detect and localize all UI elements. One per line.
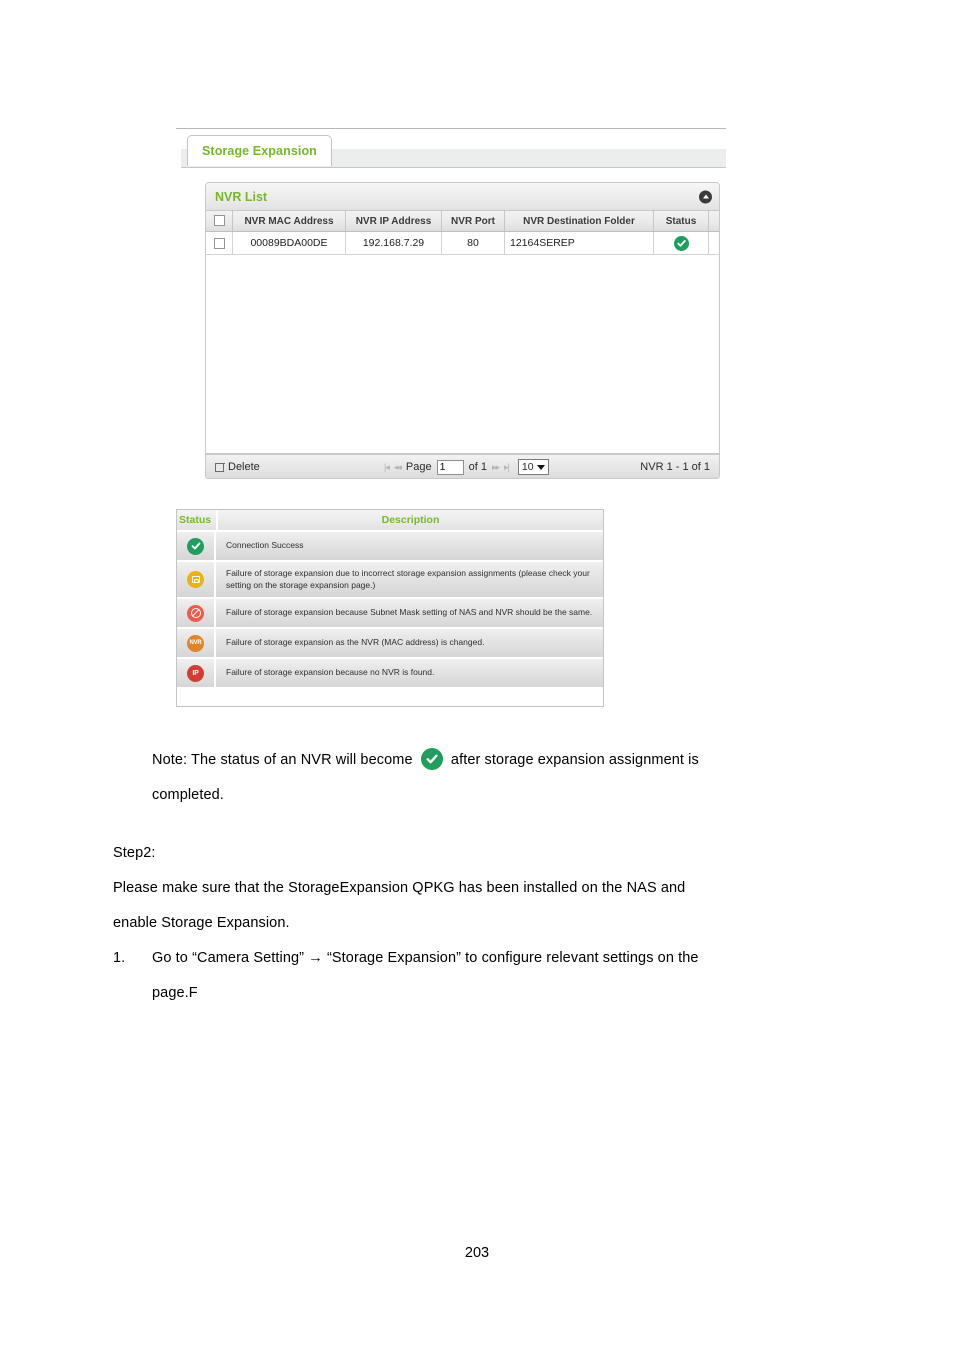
cell-ip: 192.168.7.29 — [345, 231, 442, 255]
tab-strip: Storage Expansion — [181, 135, 726, 168]
legend-icon-cell — [177, 599, 216, 627]
note-paragraph: Note: The status of an NVR will become a… — [152, 743, 852, 813]
row-checkbox[interactable] — [213, 237, 225, 249]
page-label: Page — [405, 461, 432, 473]
nvr-table-empty-area — [206, 255, 719, 454]
cell-mac: 00089BDA00DE — [232, 231, 346, 255]
nvr-list-footer: Delete |◂ ◂◂ Page of 1 ▸▸ ▸| 10 NVR 1 - … — [206, 454, 719, 478]
legend-row-subnet-failure: Failure of storage expansion because Sub… — [177, 599, 603, 629]
legend-description: Connection Success — [216, 532, 603, 560]
prev-page-icon[interactable]: ◂◂ — [394, 462, 402, 473]
next-page-icon[interactable]: ▸▸ — [492, 462, 500, 473]
row-select-cell[interactable] — [206, 231, 233, 255]
chevron-up-icon[interactable] — [699, 190, 712, 203]
chevron-down-icon — [536, 464, 545, 470]
legend-description: Failure of storage expansion due to inco… — [216, 562, 603, 597]
status-legend-screenshot: Status Description Connection Success Fa… — [176, 509, 604, 707]
note-line-1: Note: The status of an NVR will become a… — [152, 743, 852, 778]
pagination-controls: |◂ ◂◂ Page of 1 ▸▸ ▸| 10 — [384, 459, 549, 475]
column-header-ip[interactable]: NVR IP Address — [345, 211, 442, 232]
status-success-icon — [187, 537, 204, 555]
select-all-checkbox[interactable] — [213, 215, 225, 227]
legend-header-status: Status — [177, 510, 218, 530]
page-number: 203 — [464, 1245, 490, 1261]
trash-icon — [214, 462, 225, 472]
page-size-select[interactable]: 10 — [517, 459, 549, 475]
column-header-mac[interactable]: NVR MAC Address — [232, 211, 346, 232]
step2-line-2: enable Storage Expansion. — [113, 915, 290, 931]
legend-description: Failure of storage expansion as the NVR … — [216, 629, 603, 657]
cell-status — [653, 231, 709, 255]
list-item-text: Go to “Camera Setting” → “Storage Expans… — [152, 941, 873, 1011]
note-line-2: completed. — [152, 787, 224, 803]
legend-description: Failure of storage expansion because no … — [216, 659, 603, 687]
status-success-icon — [420, 748, 443, 770]
column-header-select-all[interactable] — [206, 211, 233, 232]
tab-storage-expansion[interactable]: Storage Expansion — [187, 135, 332, 166]
list-item-marker: 1. — [113, 950, 126, 966]
note-text-after-icon: after storage expansion assignment is — [450, 752, 699, 768]
step2-section: Step2: Please make sure that the Storage… — [113, 836, 873, 1011]
legend-row-nvr-changed: NVR Failure of storage expansion as the … — [177, 629, 603, 659]
last-page-icon[interactable]: ▸| — [504, 462, 510, 473]
legend-icon-cell — [177, 532, 216, 560]
legend-row-assignment-failure: Failure of storage expansion due to inco… — [177, 562, 603, 599]
page-input[interactable] — [436, 459, 464, 475]
nvr-list-header: NVR List — [206, 183, 719, 211]
legend-header-row: Status Description — [177, 510, 603, 532]
legend-icon-cell: IP — [177, 659, 216, 687]
legend-row-success: Connection Success — [177, 532, 603, 562]
column-header-destination-folder[interactable]: NVR Destination Folder — [504, 211, 654, 232]
prohibition-glyph — [190, 608, 201, 618]
status-success-icon — [673, 235, 689, 251]
delete-button[interactable]: Delete — [214, 461, 260, 473]
chevron-up-glyph — [702, 194, 709, 198]
storage-expansion-screenshot: Storage Expansion NVR List NVR MAC Addre… — [176, 128, 726, 490]
list-item-line-1: Go to “Camera Setting” → “Storage Expans… — [152, 950, 699, 966]
legend-row-no-nvr-found: IP Failure of storage expansion because … — [177, 659, 603, 687]
panel-title: NVR List — [215, 189, 268, 204]
note-text-before-icon: Note: The status of an NVR will become — [152, 752, 413, 768]
table-row[interactable]: 00089BDA00DE 192.168.7.29 80 12164SEREP — [206, 231, 719, 255]
tab-label: Storage Expansion — [202, 144, 317, 158]
status-folder-warning-icon — [187, 571, 204, 588]
list-item-line-2: page.F — [152, 985, 198, 1001]
nvr-table: NVR MAC Address NVR IP Address NVR Port … — [206, 211, 719, 255]
column-header-port[interactable]: NVR Port — [441, 211, 505, 232]
cell-port: 80 — [441, 231, 505, 255]
page-size-value: 10 — [521, 461, 534, 473]
status-nvr-changed-icon: NVR — [187, 634, 204, 652]
step2-list-item-1: 1. Go to “Camera Setting” → “Storage Exp… — [113, 941, 873, 1011]
first-page-icon[interactable]: |◂ — [384, 462, 390, 473]
table-header-row: NVR MAC Address NVR IP Address NVR Port … — [206, 211, 719, 232]
status-ip-not-found-icon: IP — [187, 664, 204, 682]
nvr-list-panel: NVR List NVR MAC Address NVR IP Address … — [205, 182, 720, 479]
status-subnet-error-icon — [187, 604, 204, 622]
record-range-label: NVR 1 - 1 of 1 — [640, 461, 710, 473]
legend-header-description: Description — [218, 510, 603, 530]
legend-description: Failure of storage expansion because Sub… — [216, 599, 603, 627]
column-header-spacer — [708, 211, 719, 232]
delete-button-label: Delete — [228, 461, 260, 473]
legend-icon-cell: NVR — [177, 629, 216, 657]
cell-spacer — [708, 231, 719, 255]
legend-icon-cell — [177, 562, 216, 597]
folder-warning-glyph — [191, 576, 200, 583]
step2-line-1: Please make sure that the StorageExpansi… — [113, 880, 686, 896]
column-header-status[interactable]: Status — [653, 211, 709, 232]
page-total-label: of 1 — [468, 461, 487, 473]
cell-destination-folder: 12164SEREP — [504, 231, 654, 255]
step2-heading: Step2: — [113, 845, 156, 861]
